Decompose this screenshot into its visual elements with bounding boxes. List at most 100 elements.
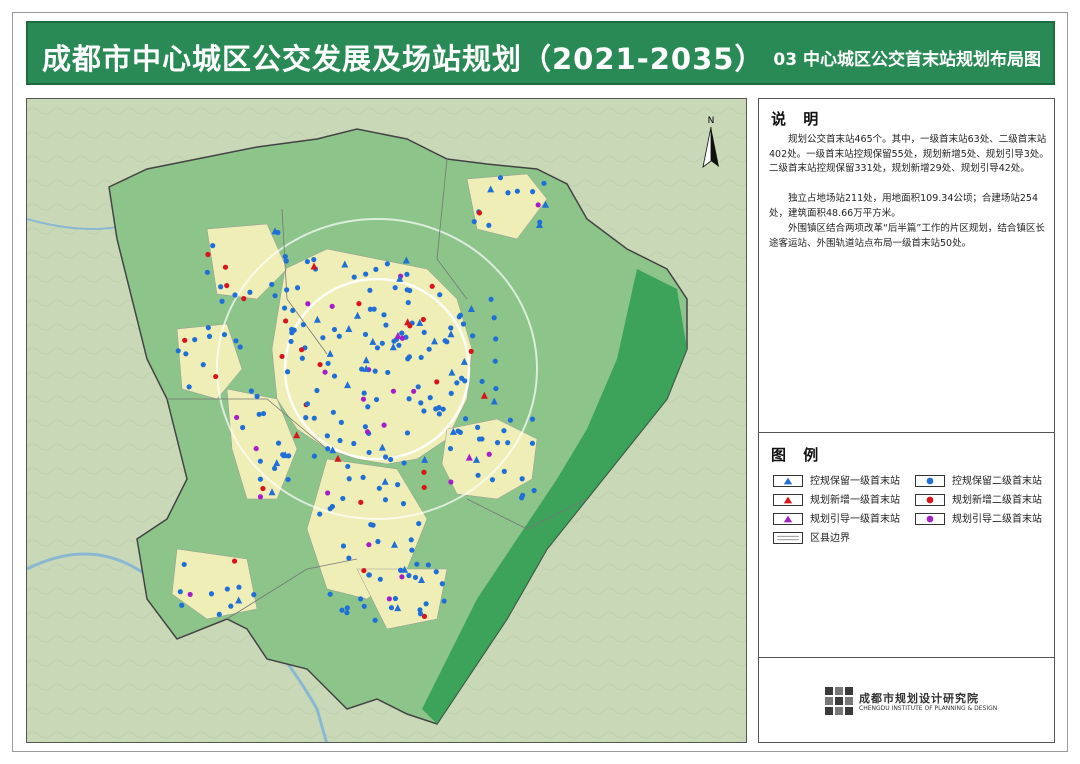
station-secondary-marker — [442, 338, 448, 344]
station-secondary-marker — [361, 603, 367, 609]
boundary-line-icon — [773, 532, 803, 544]
legend-label: 规划新增二级首末站 — [952, 495, 1042, 506]
station-secondary-marker — [367, 306, 373, 312]
station-secondary-marker — [488, 296, 494, 302]
station-secondary-marker — [289, 326, 295, 332]
station-secondary-marker — [404, 271, 410, 277]
station-secondary-marker — [325, 490, 331, 496]
station-secondary-marker — [421, 329, 427, 335]
station-secondary-marker — [448, 390, 454, 396]
station-secondary-marker — [407, 323, 413, 329]
station-secondary-marker — [362, 331, 369, 338]
station-secondary-marker — [210, 243, 216, 249]
map-canvas[interactable]: N — [27, 99, 747, 743]
station-secondary-marker — [420, 316, 426, 323]
station-secondary-marker — [322, 369, 328, 375]
station-secondary-marker — [366, 449, 372, 456]
station-secondary-marker — [329, 303, 335, 309]
triangle-icon — [773, 513, 803, 525]
station-secondary-marker — [373, 266, 379, 273]
station-secondary-marker — [177, 589, 183, 595]
station-secondary-marker — [372, 368, 378, 374]
station-secondary-marker — [406, 396, 412, 402]
station-secondary-marker — [440, 406, 446, 412]
station-secondary-marker — [358, 499, 364, 505]
station-secondary-marker — [399, 574, 405, 580]
map-panel[interactable]: N — [26, 98, 747, 743]
station-secondary-marker — [395, 482, 401, 488]
station-secondary-marker — [233, 338, 239, 344]
station-secondary-marker — [283, 258, 289, 264]
description-box: 说 明 规划公交首末站465个。其中，一级首末站63处、二级首末站402处。一级… — [759, 99, 1054, 433]
station-secondary-marker — [405, 299, 411, 306]
station-secondary-marker — [237, 344, 243, 350]
station-secondary-marker — [492, 358, 498, 364]
station-secondary-marker — [324, 433, 330, 439]
station-secondary-marker — [358, 596, 364, 602]
station-secondary-marker — [285, 476, 291, 483]
station-secondary-marker — [182, 337, 188, 343]
station-secondary-marker — [390, 388, 397, 394]
station-secondary-marker — [384, 261, 390, 267]
station-secondary-marker — [491, 315, 497, 321]
station-secondary-marker — [493, 336, 499, 342]
station-secondary-marker — [433, 406, 439, 412]
station-secondary-marker — [253, 445, 259, 452]
station-secondary-marker — [460, 321, 467, 327]
station-secondary-marker — [401, 460, 407, 466]
station-secondary-marker — [365, 404, 371, 410]
station-secondary-marker — [272, 293, 278, 299]
station-secondary-marker — [434, 379, 440, 385]
station-secondary-marker — [462, 416, 469, 422]
station-secondary-marker — [412, 574, 419, 581]
station-secondary-marker — [475, 472, 481, 478]
station-secondary-marker — [279, 353, 285, 360]
station-secondary-marker — [344, 610, 350, 616]
station-secondary-marker — [470, 333, 476, 339]
station-secondary-marker — [221, 331, 228, 338]
station-secondary-marker — [311, 415, 317, 421]
station-secondary-marker — [494, 440, 501, 446]
station-secondary-marker — [311, 453, 317, 459]
station-secondary-marker — [269, 281, 275, 288]
station-secondary-marker — [409, 547, 415, 553]
station-secondary-marker — [257, 476, 264, 482]
station-secondary-marker — [427, 395, 433, 401]
station-secondary-marker — [260, 485, 266, 492]
description-paragraph: 独立占地场站211处，用地面积109.34公顷；合建场站254处，建筑面积48.… — [769, 193, 1039, 219]
station-secondary-marker — [468, 348, 474, 355]
station-secondary-marker — [240, 424, 246, 431]
station-secondary-marker — [234, 414, 240, 421]
circle-icon — [915, 475, 945, 487]
triangle-icon — [773, 494, 803, 506]
station-secondary-marker — [417, 607, 423, 613]
station-secondary-marker — [346, 555, 352, 561]
station-secondary-marker — [433, 569, 439, 575]
legend-label: 规划新增一级首末站 — [810, 495, 900, 506]
station-secondary-marker — [439, 581, 445, 587]
legend-title: 图 例 — [771, 446, 825, 464]
station-secondary-marker — [364, 429, 371, 435]
station-secondary-marker — [192, 337, 198, 343]
station-secondary-marker — [360, 474, 366, 480]
station-secondary-marker — [383, 322, 389, 328]
station-secondary-marker — [222, 264, 229, 270]
station-secondary-marker — [338, 419, 344, 425]
station-secondary-marker — [317, 361, 323, 368]
station-secondary-marker — [373, 396, 380, 403]
station-secondary-marker — [204, 269, 211, 275]
station-secondary-marker — [175, 348, 181, 354]
station-secondary-marker — [471, 218, 477, 225]
station-secondary-marker — [421, 484, 427, 491]
station-secondary-marker — [368, 521, 374, 528]
station-secondary-marker — [362, 424, 368, 430]
station-secondary-marker — [314, 387, 320, 394]
legend-label: 规划引导二级首末站 — [952, 514, 1042, 525]
station-secondary-marker — [386, 596, 392, 602]
station-secondary-marker — [363, 271, 369, 277]
legend-label: 区县边界 — [810, 533, 850, 544]
station-secondary-marker — [351, 274, 357, 280]
station-secondary-marker — [366, 572, 372, 578]
station-secondary-marker — [377, 576, 383, 582]
station-secondary-marker — [317, 511, 323, 517]
